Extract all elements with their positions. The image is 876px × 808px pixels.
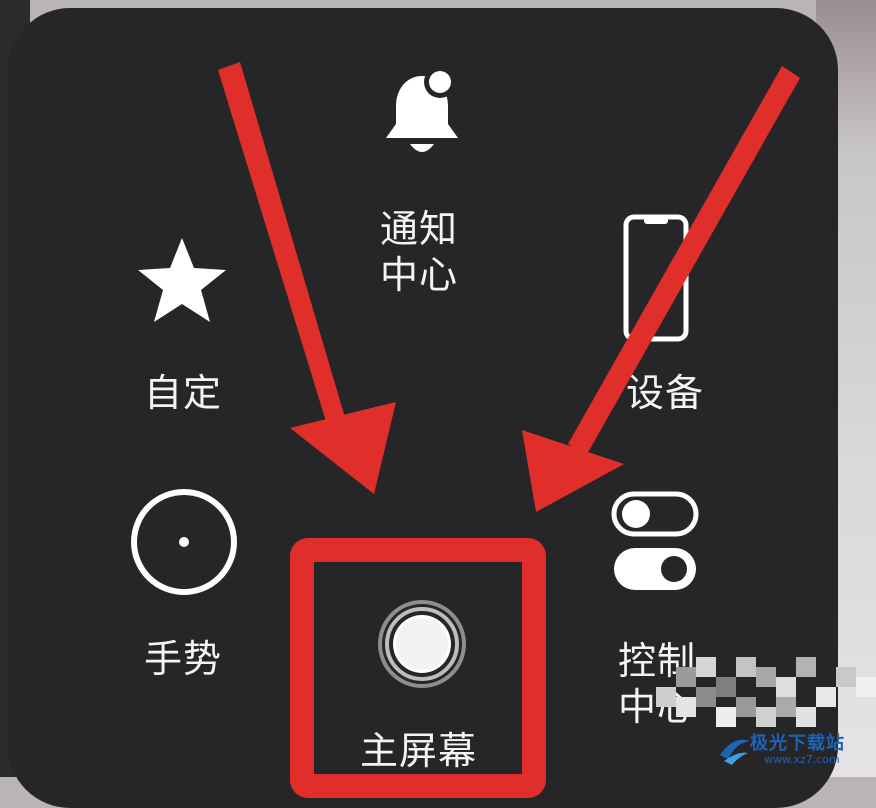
bell-icon	[386, 66, 458, 152]
phone-icon	[623, 214, 689, 342]
star-icon	[138, 238, 226, 322]
watermark-name: 极光下载站	[750, 733, 845, 754]
gesture-circle-icon	[131, 489, 237, 595]
watermark-url: www.xz7.com	[764, 753, 840, 766]
highlight-box	[290, 538, 546, 798]
watermark: 极光下载站 www.xz7.com	[716, 725, 866, 773]
custom-label: 自定	[144, 371, 223, 415]
gestures-label: 手势	[144, 637, 223, 681]
watermark-logo-icon	[720, 739, 750, 765]
toggles-icon	[611, 491, 699, 590]
device-label: 设备	[626, 371, 705, 415]
notification-center-label: 通知中心	[380, 207, 459, 297]
